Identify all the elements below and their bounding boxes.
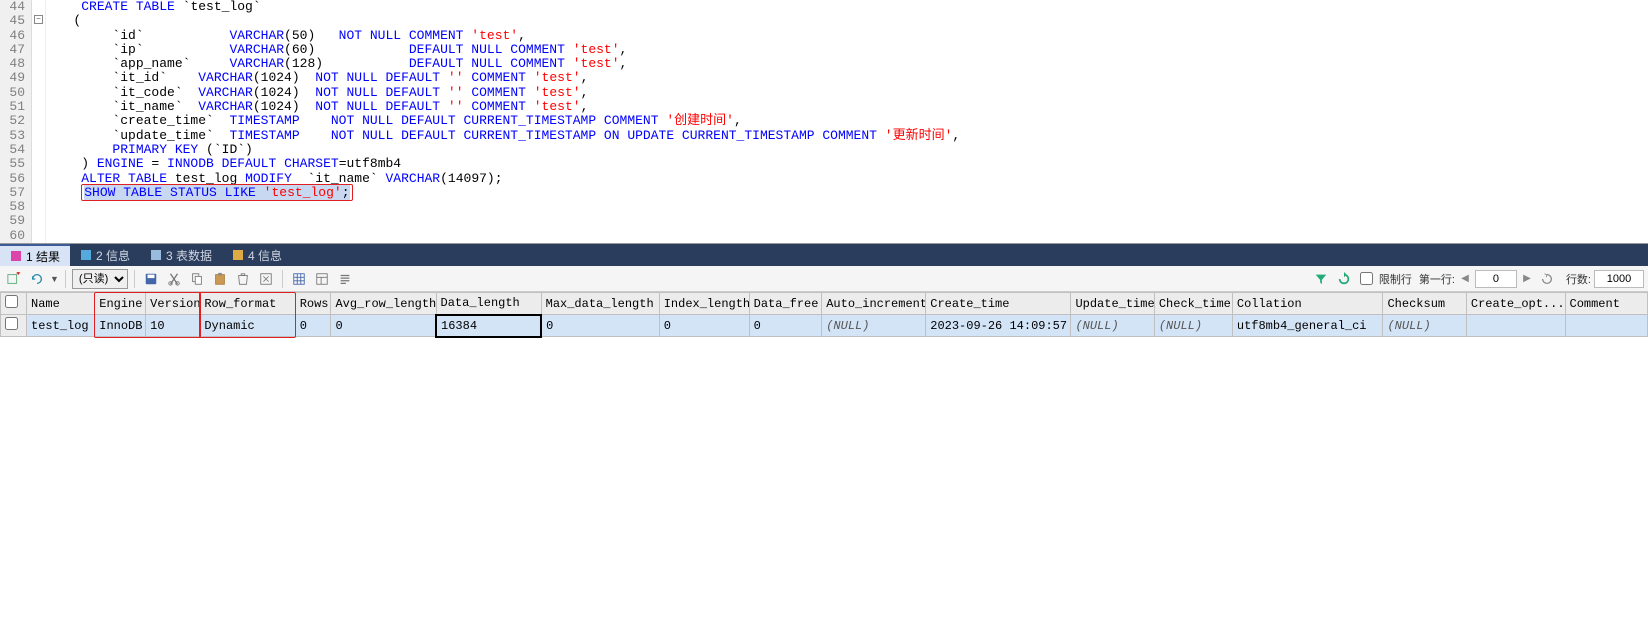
- code-content[interactable]: CREATE TABLE `test_log` ( `id` VARCHAR(5…: [46, 0, 1648, 243]
- copy-button[interactable]: [187, 269, 207, 289]
- cell-index_length[interactable]: 0: [659, 315, 749, 337]
- cell-row_format[interactable]: Dynamic: [200, 315, 295, 337]
- cell-check_time[interactable]: (NULL): [1154, 315, 1232, 337]
- col-auto_increment[interactable]: Auto_increment: [822, 293, 926, 315]
- cell-create_opt-[interactable]: [1466, 315, 1565, 337]
- view-form-button[interactable]: [312, 269, 332, 289]
- col-update_time[interactable]: Update_time: [1071, 293, 1154, 315]
- result-tab-bar: 1 结果 2 信息 3 表数据 4 信息: [0, 244, 1648, 266]
- result-grid[interactable]: NameEngineVersionRow_formatRowsAvg_row_l…: [0, 292, 1648, 338]
- cell-update_time[interactable]: (NULL): [1071, 315, 1154, 337]
- cell-version[interactable]: 10: [146, 315, 200, 337]
- color-icon: [232, 249, 244, 261]
- dropdown-arrow-icon: ▼: [50, 274, 59, 284]
- readonly-select[interactable]: (只读): [72, 269, 128, 289]
- paste-button[interactable]: [210, 269, 230, 289]
- separator: [65, 270, 66, 288]
- table-icon: [10, 250, 22, 262]
- tab-2信息[interactable]: 2 信息: [70, 244, 140, 266]
- cell-data_free[interactable]: 0: [749, 315, 822, 337]
- grid-icon: [150, 249, 162, 261]
- tab-label: 3 表数据: [166, 247, 212, 264]
- col-version[interactable]: Version: [146, 293, 200, 315]
- result-toolbar: ▼ (只读) 限制行 第一行: ◀ ▶ 行数:: [0, 266, 1648, 292]
- col-max_data_length[interactable]: Max_data_length: [541, 293, 659, 315]
- cell-auto_increment[interactable]: (NULL): [822, 315, 926, 337]
- tab-3表数据[interactable]: 3 表数据: [140, 244, 222, 266]
- cell-name[interactable]: test_log: [27, 315, 95, 337]
- sql-editor[interactable]: 4445464748495051525354555657585960 − CRE…: [0, 0, 1648, 244]
- line-gutter: 4445464748495051525354555657585960: [0, 0, 32, 243]
- tab-label: 1 结果: [26, 248, 60, 265]
- cell-comment[interactable]: [1565, 315, 1648, 337]
- tab-1结果[interactable]: 1 结果: [0, 244, 70, 266]
- fold-gutter: −: [32, 0, 46, 243]
- col-create_time[interactable]: Create_time: [926, 293, 1071, 315]
- nav-next-button[interactable]: ▶: [1520, 269, 1534, 289]
- first-row-input[interactable]: [1475, 270, 1517, 288]
- nav-refresh-button[interactable]: [1537, 269, 1557, 289]
- col-checksum[interactable]: Checksum: [1383, 293, 1466, 315]
- table-row[interactable]: test_logInnoDB10Dynamic0016384000(NULL)2…: [1, 315, 1648, 337]
- col-engine[interactable]: Engine: [95, 293, 146, 315]
- col-comment[interactable]: Comment: [1565, 293, 1648, 315]
- tab-label: 4 信息: [248, 247, 282, 264]
- limit-rows-checkbox[interactable]: [1360, 272, 1373, 285]
- view-grid-button[interactable]: [289, 269, 309, 289]
- col-collation[interactable]: Collation: [1232, 293, 1383, 315]
- info-icon: [80, 249, 92, 261]
- delete-button[interactable]: [233, 269, 253, 289]
- cell-checksum[interactable]: (NULL): [1383, 315, 1466, 337]
- cell-rows[interactable]: 0: [295, 315, 331, 337]
- cell-data_length[interactable]: 16384: [436, 315, 541, 337]
- cell-collation[interactable]: utf8mb4_general_ci: [1232, 315, 1383, 337]
- row-count-label: 行数:: [1566, 271, 1591, 287]
- cell-max_data_length[interactable]: 0: [541, 315, 659, 337]
- refresh-button[interactable]: [27, 269, 47, 289]
- row-count-input[interactable]: [1594, 270, 1644, 288]
- tab-label: 2 信息: [96, 247, 130, 264]
- separator: [134, 270, 135, 288]
- cell-create_time[interactable]: 2023-09-26 14:09:57: [926, 315, 1071, 337]
- row-checkbox[interactable]: [5, 317, 18, 330]
- col-rows[interactable]: Rows: [295, 293, 331, 315]
- col-create_opt-[interactable]: Create_opt...: [1466, 293, 1565, 315]
- first-row-label: 第一行:: [1419, 271, 1455, 287]
- separator: [282, 270, 283, 288]
- add-row-button[interactable]: [4, 269, 24, 289]
- limit-rows-label: 限制行: [1379, 271, 1412, 287]
- col-name[interactable]: Name: [27, 293, 95, 315]
- cut-button[interactable]: [164, 269, 184, 289]
- nav-prev-button[interactable]: ◀: [1458, 269, 1472, 289]
- cell-engine[interactable]: InnoDB: [95, 315, 146, 337]
- col-avg_row_length[interactable]: Avg_row_length: [331, 293, 436, 315]
- result-grid-wrap: NameEngineVersionRow_formatRowsAvg_row_l…: [0, 292, 1648, 338]
- col-data_length[interactable]: Data_length: [436, 293, 541, 315]
- reload-button[interactable]: [1334, 269, 1354, 289]
- save-button[interactable]: [141, 269, 161, 289]
- col-data_free[interactable]: Data_free: [749, 293, 822, 315]
- col-index_length[interactable]: Index_length: [659, 293, 749, 315]
- view-text-button[interactable]: [335, 269, 355, 289]
- clear-button[interactable]: [256, 269, 276, 289]
- col-check_time[interactable]: Check_time: [1154, 293, 1232, 315]
- fold-toggle[interactable]: −: [34, 15, 43, 24]
- col-row_format[interactable]: Row_format: [200, 293, 295, 315]
- select-all-checkbox[interactable]: [5, 295, 18, 308]
- cell-avg_row_length[interactable]: 0: [331, 315, 436, 337]
- filter-button[interactable]: [1311, 269, 1331, 289]
- tab-4信息[interactable]: 4 信息: [222, 244, 292, 266]
